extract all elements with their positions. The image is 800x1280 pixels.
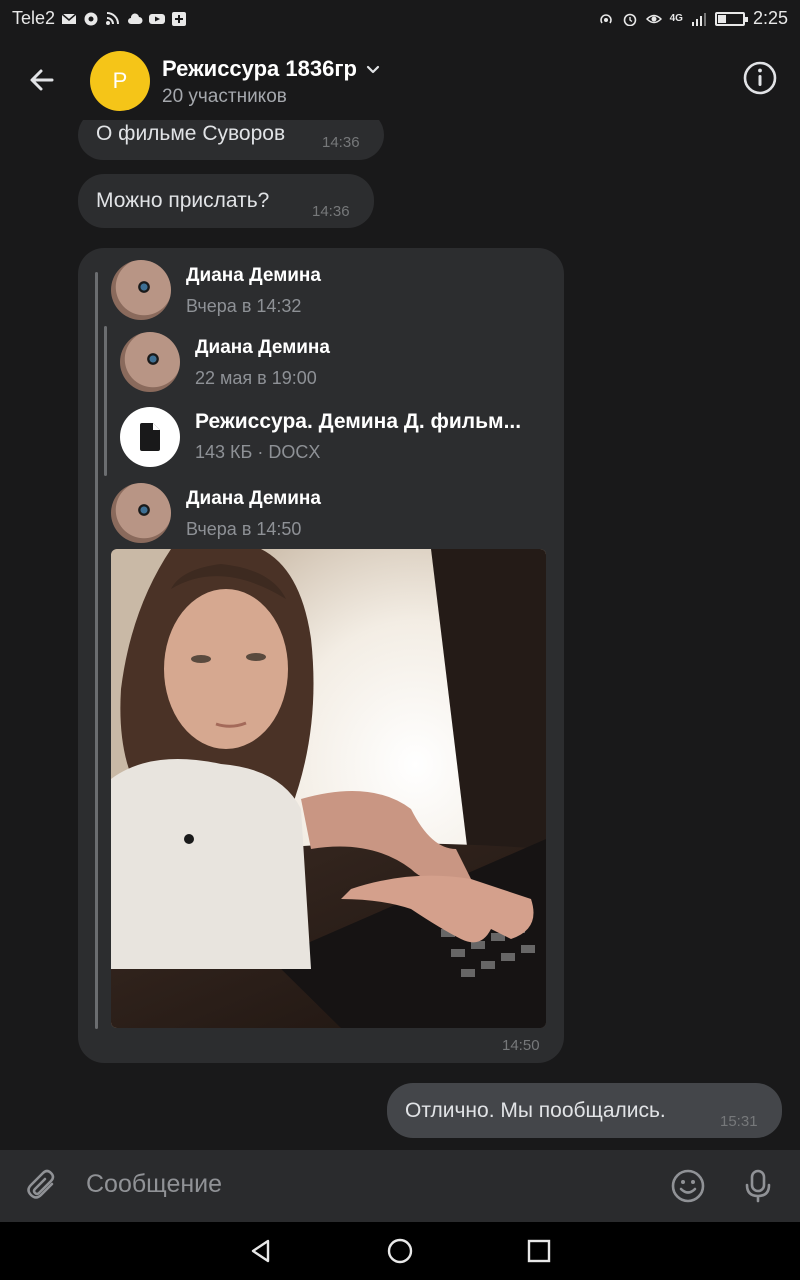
circle-home-icon <box>387 1238 413 1264</box>
battery-icon <box>714 11 748 26</box>
mail-icon <box>61 12 77 26</box>
message-bubble[interactable]: О фильме Суворов 14:36 <box>78 120 384 160</box>
chevron-down-icon <box>366 65 380 74</box>
message-time: 14:36 <box>312 203 350 220</box>
triangle-back-icon <box>251 1239 270 1263</box>
author-name[interactable]: Диана Демина <box>195 337 330 359</box>
emoji-button[interactable] <box>668 1166 708 1206</box>
message-time: 14:36 <box>322 134 360 151</box>
participants-count: 20 участников <box>162 86 287 107</box>
author-name[interactable]: Диана Демина <box>186 488 321 510</box>
chat-title[interactable]: Режиссура 1836гр <box>162 56 381 82</box>
avatar-letter: Р <box>112 68 128 93</box>
battery-level <box>717 14 727 23</box>
message-time: 15:31 <box>720 1113 758 1130</box>
add-box-icon <box>171 11 187 26</box>
messages-list[interactable]: О фильме Суворов 14:36 Можно прислать? 1… <box>0 120 800 1150</box>
document-meta: 143 КБ · DOCX <box>195 442 321 462</box>
arrow-left-icon <box>30 69 54 91</box>
message-bubble[interactable]: Можно прислать? 14:36 <box>78 174 374 228</box>
info-button[interactable] <box>740 58 780 98</box>
back-button[interactable] <box>20 58 64 102</box>
chat-avatar[interactable]: Р <box>90 51 150 111</box>
document-title[interactable]: Режиссура. Демина Д. фильм... <box>195 410 521 434</box>
chat-title-text: Режиссура 1836гр <box>162 56 357 81</box>
youtube-icon <box>149 12 166 26</box>
author-avatar[interactable] <box>120 332 180 392</box>
clock: 2:25 <box>752 8 788 28</box>
author-avatar[interactable] <box>111 483 171 543</box>
photo-attachment[interactable] <box>111 549 546 1028</box>
author-date: Вчера в 14:32 <box>186 296 302 316</box>
nav-home-button[interactable] <box>384 1235 416 1267</box>
document-button[interactable] <box>120 407 180 467</box>
message-text: Отлично. Мы пообщались. <box>405 1099 666 1122</box>
cloud-icon <box>127 12 143 26</box>
eye-icon <box>645 12 662 26</box>
message-time: 14:50 <box>502 1037 540 1054</box>
hotspot-icon <box>598 12 614 26</box>
document-icon <box>140 423 160 451</box>
chrome-icon <box>83 12 99 26</box>
forward-line <box>95 272 98 1029</box>
status-left: Tele2 <box>12 8 187 29</box>
message-text: О фильме Суворов <box>96 122 286 145</box>
author-date: Вчера в 14:50 <box>186 519 302 539</box>
attach-button[interactable] <box>22 1166 62 1206</box>
outgoing-message-bubble[interactable]: Отлично. Мы пообщались. 15:31 <box>387 1083 782 1138</box>
message-text: Можно прислать? <box>96 189 270 212</box>
author-name[interactable]: Диана Демина <box>186 265 321 287</box>
microphone-icon <box>745 1169 771 1203</box>
chat-header: Р Режиссура 1836гр 20 участников <box>0 38 800 120</box>
square-recents-icon <box>527 1239 551 1263</box>
alarm-icon <box>622 12 638 26</box>
forward-line-nested <box>104 326 107 476</box>
network-label: 4G <box>669 13 683 24</box>
paperclip-icon <box>27 1169 55 1199</box>
info-icon <box>743 61 777 95</box>
carrier-label: Tele2 <box>12 8 56 28</box>
nav-back-button[interactable] <box>245 1235 277 1267</box>
nav-recents-button[interactable] <box>523 1235 555 1267</box>
mic-button[interactable] <box>738 1166 778 1206</box>
author-avatar[interactable] <box>111 260 171 320</box>
forwarded-message-bubble[interactable]: Диана Демина Вчера в 14:32 Диана Демина … <box>78 248 564 1063</box>
photo-image <box>111 549 546 1028</box>
signal-icon <box>691 12 707 26</box>
smile-icon <box>671 1169 705 1203</box>
author-date: 22 мая в 19:00 <box>195 368 317 388</box>
status-bar: Tele2 4G 2:25 <box>0 0 800 38</box>
message-input[interactable]: Сообщение <box>86 1170 222 1199</box>
system-nav-bar <box>0 1222 800 1280</box>
status-right: 4G 2:25 <box>598 8 788 29</box>
message-composer: Сообщение <box>0 1150 800 1222</box>
rss-icon <box>105 11 121 26</box>
